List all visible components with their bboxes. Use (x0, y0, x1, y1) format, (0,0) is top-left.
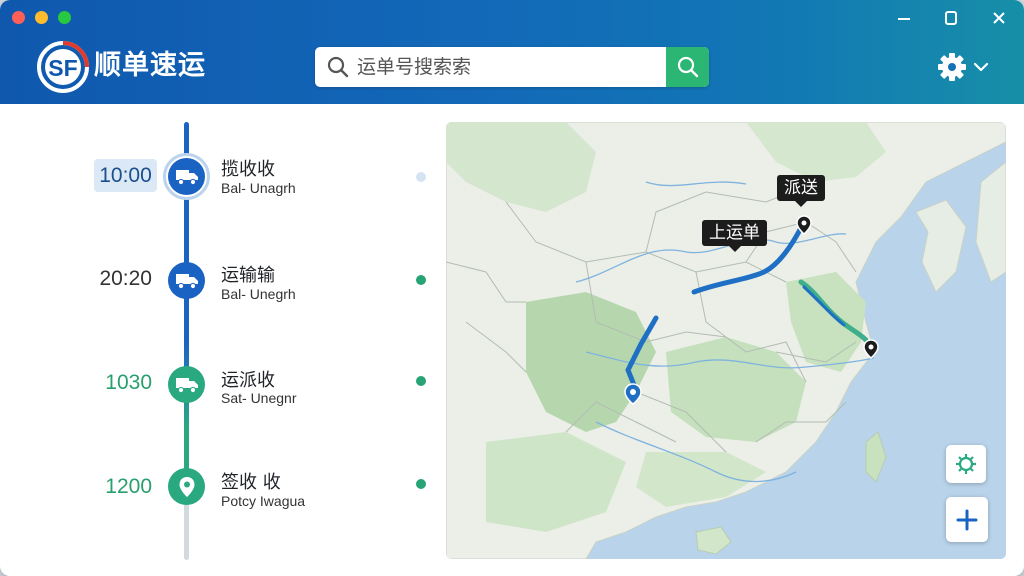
location-pin-icon (168, 468, 205, 505)
search-button[interactable] (666, 47, 709, 87)
close-window-dot[interactable] (12, 11, 25, 24)
step-time: 20:20 (99, 267, 152, 290)
step-time: 1200 (105, 475, 152, 498)
search-box (315, 47, 709, 87)
brand-logo-text: SF (48, 55, 77, 81)
shipment-label: 上运单 (702, 220, 767, 252)
step-status-dot (416, 479, 426, 489)
brand-logo: SF (36, 40, 90, 94)
maximize-icon[interactable] (938, 6, 964, 30)
step-title: 签收 收 (221, 472, 281, 493)
search-input[interactable] (357, 47, 665, 87)
route-map[interactable]: 派送 上运单 (446, 122, 1006, 559)
search-icon (327, 56, 349, 78)
step-status-dot (416, 275, 426, 285)
step-marker-active (163, 153, 210, 200)
truck-icon (168, 158, 205, 195)
step-subtitle: Bal- Unagrh (221, 180, 296, 196)
map-canvas (446, 122, 1006, 559)
truck-icon (168, 262, 205, 299)
app-window: SF 顺单速运 运单号搜索索 10:00 揽收收 Bal- Unagrh 20:… (0, 0, 1024, 576)
step-status-dot (416, 172, 426, 182)
minimize-icon[interactable] (891, 6, 917, 30)
settings-menu[interactable] (936, 50, 996, 84)
app-header: SF 顺单速运 (0, 0, 1024, 104)
step-time: 10:00 (94, 159, 157, 192)
map-settings-button[interactable] (946, 445, 986, 483)
gear-icon (956, 454, 976, 474)
close-icon[interactable] (986, 6, 1012, 30)
step-status-dot (416, 376, 426, 386)
step-title: 运派收 (221, 370, 275, 391)
zoom-window-dot[interactable] (58, 11, 71, 24)
plus-icon (956, 509, 978, 530)
delivery-label: 派送 (777, 175, 825, 207)
search-icon (677, 56, 698, 78)
zoom-in-button[interactable] (946, 497, 988, 542)
truck-icon (168, 366, 205, 403)
minimize-window-dot[interactable] (35, 11, 48, 24)
step-title: 运输输 (221, 265, 275, 286)
step-subtitle: Potcy Iwagua (221, 493, 306, 509)
chevron-down-icon (973, 62, 989, 72)
step-subtitle: Bal- Unegrh (221, 286, 296, 302)
gear-icon (938, 53, 966, 81)
brand-name: 顺单速运 (94, 50, 206, 81)
step-time: 1030 (105, 371, 152, 394)
step-title: 揽收收 (221, 159, 275, 180)
step-subtitle: Sat- Unegnr (221, 390, 297, 406)
